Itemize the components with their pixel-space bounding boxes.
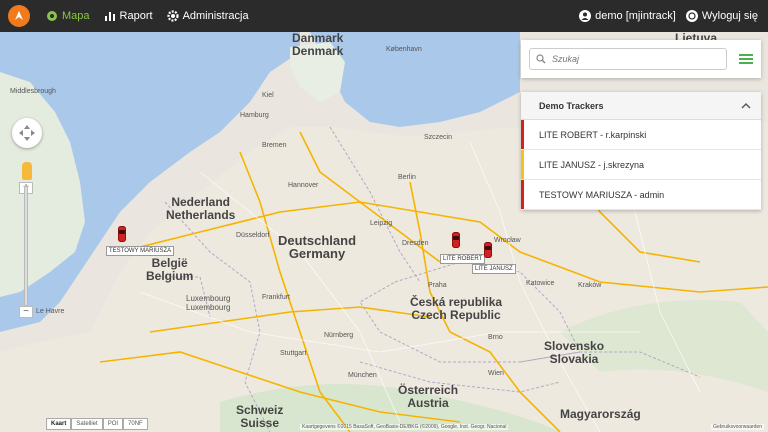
label-kiel: Kiel (262, 92, 274, 99)
tracker-item-label: LITE JANUSZ - j.skrezyna (539, 159, 645, 170)
label-stuttgart: Stuttgart (280, 350, 307, 357)
map-icon (47, 11, 57, 21)
terms-link[interactable]: Gebruiksvoorwaarden (711, 424, 764, 430)
nav-admin-label: Administracja (182, 10, 249, 22)
map-type-satellite[interactable]: Satelliet (71, 418, 103, 430)
label-munchen: München (348, 372, 377, 379)
label-czech: Česká republika Czech Republic (410, 295, 503, 322)
label-hannover: Hannover (288, 182, 319, 189)
vehicle-marker-testowy[interactable] (118, 226, 126, 242)
nav-map[interactable]: Mapa (46, 10, 90, 22)
label-bremen: Bremen (262, 142, 287, 149)
search-box[interactable] (529, 48, 727, 70)
map-type-map[interactable]: Kaart (46, 418, 72, 430)
search-input[interactable] (552, 54, 702, 64)
tracker-item-label: TESTOWY MARIUSZA - admin (539, 189, 665, 200)
nav-admin[interactable]: Administracja (166, 10, 249, 22)
user-menu[interactable]: demo [mjintrack] (579, 10, 676, 22)
tracker-item[interactable]: LITE JANUSZ - j.skrezyna (521, 150, 761, 180)
zone-toggle[interactable]: 70NF (123, 418, 148, 430)
logout-button[interactable]: Wyloguj się (685, 10, 758, 22)
user-icon (579, 10, 592, 22)
nav-report[interactable]: Raport (104, 10, 153, 22)
poi-toggle[interactable]: POI (102, 418, 124, 430)
label-kobenhavn: København (386, 46, 422, 53)
user-label: demo [mjintrack] (595, 10, 676, 22)
zoom-slider[interactable] (24, 186, 28, 306)
label-wien: Wien (488, 370, 504, 377)
chevron-up-icon[interactable] (741, 102, 751, 110)
nav-map-label: Mapa (62, 10, 90, 22)
label-szczecin: Szczecin (424, 134, 453, 141)
map-copyright: Kaartgegevens ©2015 BasaSoft, GeoBasis-D… (300, 424, 509, 430)
label-praha: Praha (428, 282, 447, 289)
nav-report-label: Raport (119, 10, 153, 22)
logout-label: Wyloguj się (701, 10, 758, 22)
zoom-out-button[interactable]: − (19, 306, 33, 318)
label-lehavre: Le Havre (36, 308, 65, 315)
label-krakow: Kraków (578, 282, 602, 289)
street-view-pegman-icon[interactable] (22, 162, 32, 180)
vehicle-marker-janusz[interactable] (484, 242, 492, 258)
label-slovakia: Slovensko Slovakia (544, 339, 605, 366)
label-leipzig: Leipzig (370, 220, 393, 227)
tracker-group-title: Demo Trackers (539, 100, 604, 111)
search-panel (521, 40, 761, 78)
label-switzerland: Schweiz Suisse (236, 403, 284, 430)
vehicle-marker-robert[interactable] (452, 232, 460, 248)
marker-label-robert[interactable]: LITE ROBERT (440, 254, 486, 264)
gear-icon (166, 10, 179, 22)
label-hamburg: Hamburg (240, 112, 269, 119)
logo-icon[interactable] (8, 5, 30, 27)
label-nurnberg: Nürnberg (324, 332, 354, 339)
label-luxembourg: Luxembourg Luxembourg (186, 294, 231, 312)
label-austria: Österreich Austria (398, 383, 459, 410)
label-wroclaw: Wrocław (494, 237, 521, 244)
tracker-group-header[interactable]: Demo Trackers (521, 92, 761, 120)
label-netherlands: Nederland Netherlands (166, 195, 236, 222)
label-berlin: Berlin (398, 174, 416, 181)
pan-arrows-icon (19, 125, 35, 141)
map-type-switcher: Kaart Satelliet POI 70NF (46, 418, 148, 430)
tracker-item[interactable]: LITE ROBERT - r.karpinski (521, 120, 761, 150)
marker-label-janusz[interactable]: LITE JANUSZ (472, 264, 516, 274)
tracker-item-label: LITE ROBERT - r.karpinski (539, 129, 647, 140)
top-navbar: Mapa Raport Administracja demo [mjintrac… (0, 0, 768, 32)
label-hungary: Magyarország (560, 407, 641, 421)
label-germany: Deutschland Germany (278, 233, 357, 261)
label-frankfurt: Frankfurt (262, 294, 291, 301)
pan-control[interactable] (12, 118, 42, 148)
label-dusseldorf: Düsseldorf (236, 232, 270, 239)
bar-chart-icon (104, 12, 115, 21)
label-denmark: Danmark Denmark (292, 32, 344, 58)
label-belgium: België Belgium (146, 256, 194, 283)
hamburger-menu-icon[interactable] (739, 53, 753, 65)
nav-right: demo [mjintrack] Wyloguj się (579, 10, 768, 22)
label-katowice: Katowice (526, 280, 555, 287)
power-icon (685, 10, 698, 22)
marker-label-testowy[interactable]: TESTOWY MARIUSZA (106, 246, 175, 256)
tracker-item[interactable]: TESTOWY MARIUSZA - admin (521, 180, 761, 210)
label-middlesbrough: Middlesbrough (10, 88, 56, 95)
search-icon (536, 54, 546, 64)
label-dresden: Dresden (402, 240, 429, 247)
label-brno: Brno (488, 334, 503, 341)
tracker-panel: Demo Trackers LITE ROBERT - r.karpinski … (521, 92, 761, 210)
